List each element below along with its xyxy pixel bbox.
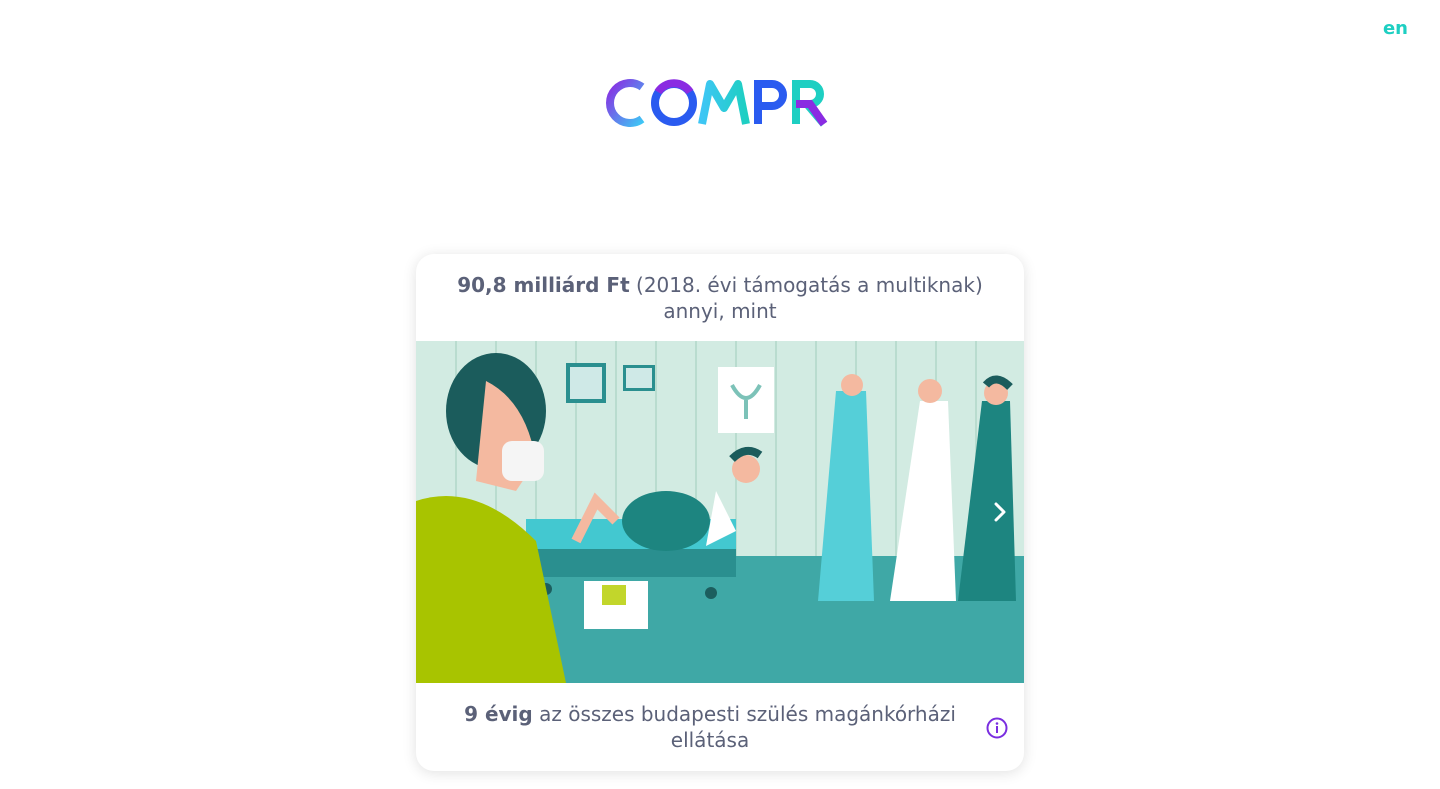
amount-context: (2018. évi támogatás a multiknak) [629, 273, 983, 297]
comparison-connector: annyi, mint [663, 299, 777, 323]
language-switch-en[interactable]: en [1383, 18, 1408, 39]
duration-description: az összes budapesti szülés magánkórházi … [532, 702, 956, 752]
duration-value: 9 évig [464, 702, 533, 726]
comparison-card: 90,8 milliárd Ft (2018. évi támogatás a … [416, 254, 1024, 771]
hospital-illustration [416, 341, 1024, 683]
card-footer: 9 évig az összes budapesti szülés magánk… [416, 683, 1024, 771]
chevron-right-icon[interactable] [984, 496, 1016, 528]
compr-logo [606, 79, 828, 127]
info-icon[interactable] [986, 717, 1008, 739]
amount-value: 90,8 milliárd Ft [457, 273, 630, 297]
card-header: 90,8 milliárd Ft (2018. évi támogatás a … [416, 254, 1024, 341]
